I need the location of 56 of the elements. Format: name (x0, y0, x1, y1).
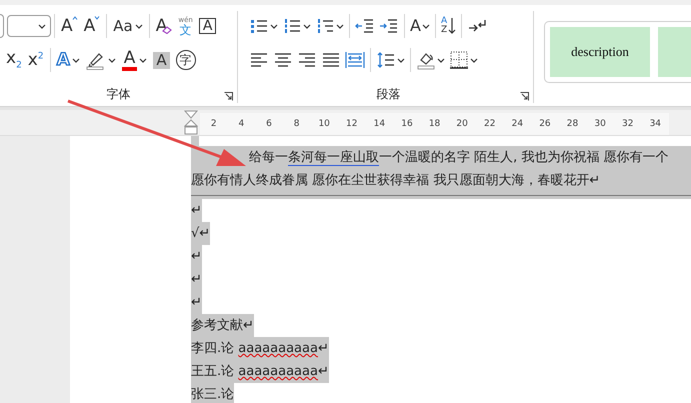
ruler-number: 30 (593, 119, 607, 129)
font-name-field[interactable] (0, 14, 4, 38)
indent-marker-icon[interactable] (184, 110, 198, 136)
ruler-number: 34 (648, 119, 662, 129)
layout-button[interactable]: A (409, 14, 431, 38)
caret-icon (422, 24, 430, 28)
ruler-number: 18 (428, 119, 442, 129)
ruler-number: 28 (566, 119, 580, 129)
ruler-number: 16 (400, 119, 414, 129)
caret-icon (270, 24, 278, 28)
ruler-number: 14 (372, 119, 386, 129)
distribute-icon (345, 50, 365, 70)
shrink-button[interactable]: A (82, 14, 102, 38)
selection-highlight (191, 136, 199, 146)
case-button[interactable]: Aa (111, 14, 145, 38)
ruler-number: 24 (510, 119, 524, 129)
sort-button[interactable]: A Z (440, 14, 458, 38)
caret-icon (72, 58, 80, 62)
ruler-number: 10 (317, 119, 331, 129)
caret-icon (336, 24, 344, 28)
down-arrow-icon (448, 17, 456, 35)
ruler-number: 6 (265, 119, 273, 129)
caret-icon (437, 58, 445, 62)
caret-icon (470, 58, 478, 62)
style-tile[interactable]: description (550, 27, 650, 77)
caret-icon (108, 58, 116, 62)
chevron-icon (94, 16, 100, 20)
ruler-number: 22 (483, 119, 496, 129)
caret-icon (397, 58, 405, 62)
caret-icon (303, 24, 311, 28)
caret-icon (139, 58, 148, 62)
subscript-button[interactable]: x$_{2}$ (4, 48, 24, 72)
ruler-number: 8 (292, 119, 300, 129)
superscript-button[interactable]: x$^{2}$ (26, 48, 46, 72)
color-button[interactable]: A (120, 48, 150, 72)
grow-button[interactable]: A (59, 14, 80, 38)
group-label: 字体 (106, 86, 130, 102)
numbering-icon (282, 16, 302, 36)
ruler-number: 20 (455, 119, 469, 129)
caret-icon (134, 24, 143, 28)
ruler-number: 4 (238, 119, 246, 129)
caret-icon (38, 24, 46, 28)
multilevel-icon (315, 16, 335, 36)
ruler-number: 32 (620, 119, 634, 129)
chevron-icon (72, 16, 78, 20)
borders-icon (449, 50, 469, 70)
font-size-field[interactable] (7, 15, 51, 37)
ruler-number: 12 (345, 119, 358, 129)
dialog-launcher-icon[interactable] (520, 92, 529, 101)
dialog-launcher-icon[interactable] (224, 92, 233, 101)
ruler-number: 2 (210, 119, 218, 129)
effects-button[interactable]: A (54, 48, 82, 72)
group-label: 段落 (376, 86, 400, 102)
enclose-button[interactable]: 字 (174, 48, 198, 72)
spacing-icon (376, 50, 396, 70)
ruler-number: 26 (538, 119, 552, 129)
